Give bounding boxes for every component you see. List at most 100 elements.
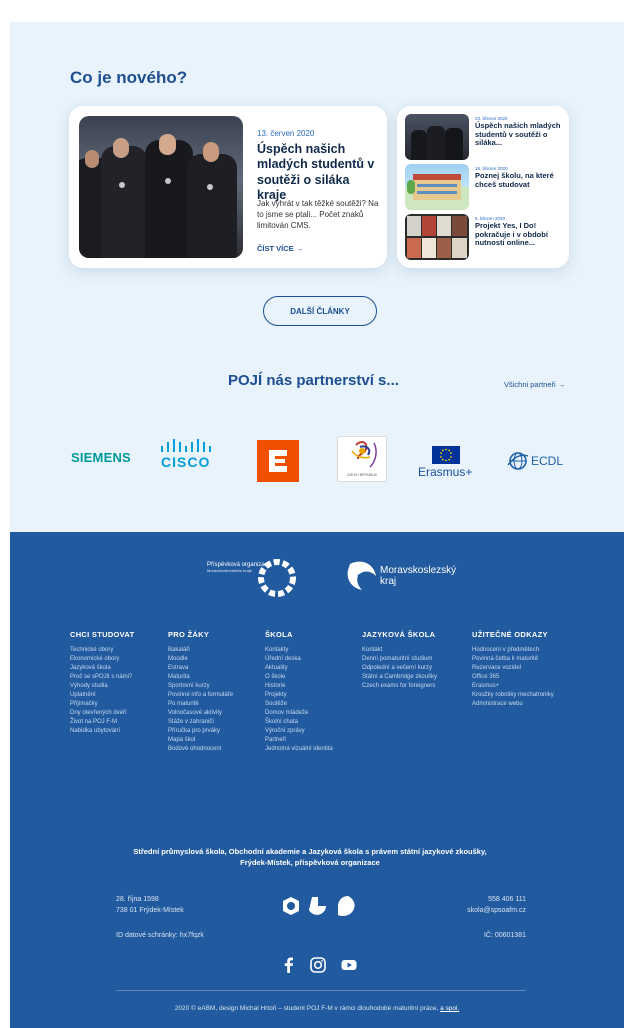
footer-column-school: ŠKOLA Kontakty Úřední deska Aktuality O … (265, 630, 333, 754)
footer-link[interactable]: Estrava (168, 664, 233, 673)
all-partners-link[interactable]: Všichni partneři → (504, 380, 565, 389)
school-address: 28. října 1598 738 01 Frýdek-Místek (116, 894, 184, 916)
footer-link[interactable]: Soutěže (265, 700, 333, 709)
czech-republic-caption: CZECH REPUBLIC (346, 473, 378, 477)
erasmus-logo[interactable]: Erasmus+ (418, 446, 488, 479)
footer-link[interactable]: Úřední deska (265, 655, 333, 664)
footer-link[interactable]: Příručka pro prváky (168, 727, 233, 736)
footer-column-title: ŠKOLA (265, 630, 293, 639)
news-list-item[interactable]: 6. březen 2020 Projekt Yes, I Do! pokrač… (405, 214, 565, 260)
footer-column-language-school: JAZYKOVÁ ŠKOLA Kontakt Denní pomaturitní… (362, 630, 437, 691)
footer-link[interactable]: Mapa škol (168, 736, 233, 745)
copyright-link[interactable]: a spol. (440, 1005, 459, 1012)
footer-link[interactable]: Administrace webu (472, 700, 554, 709)
news-item-title[interactable]: Úspěch našich mladých studentů v soutěži… (475, 121, 565, 148)
footer-link[interactable]: Jazyková škola (70, 664, 134, 673)
footer-link[interactable]: Kroužky robotiky mechatroniky (472, 691, 554, 700)
footer-link[interactable]: Denní pomaturitní studium (362, 655, 437, 664)
footer-link[interactable]: Státní a Cambridge zkoušky (362, 673, 437, 682)
org-name-line1: Střední průmyslová škola, Obchodní akade… (133, 847, 487, 856)
footer-link[interactable]: Stáže v zahraničí (168, 718, 233, 727)
copyright-text: 2020 © eABM, design Michal Hrtoň – stude… (174, 1005, 439, 1012)
organization-logo[interactable]: Příspěvková organizace Moravskoslezského… (203, 556, 299, 600)
footer-link[interactable]: Projekty (265, 691, 333, 700)
cisco-wordmark: CISCO (161, 454, 211, 470)
footer-link[interactable]: Kontakty (265, 646, 333, 655)
cez-mark-icon (269, 450, 287, 472)
email-address[interactable]: skola@spsoafm.cz (430, 905, 526, 916)
footer-column-title: UŽITEČNÉ ODKAZY (472, 630, 548, 639)
erasmus-wordmark: Erasmus+ (418, 465, 473, 479)
footer-link[interactable]: Hodnocení v předmětech (472, 646, 554, 655)
top-strip (0, 0, 624, 22)
instagram-icon[interactable] (309, 956, 327, 974)
news-list-item[interactable]: 23. březen 2020 Úspěch našich mladých st… (405, 114, 565, 160)
footer-link[interactable]: Ekonomické obory (70, 655, 134, 664)
footer-link[interactable]: Bodové ohodnocení (168, 745, 233, 754)
footer-link[interactable]: Po maturitě (168, 700, 233, 709)
siemens-logo[interactable]: SIEMENS (71, 450, 131, 465)
footer-link[interactable]: Povinné info a formuláře (168, 691, 233, 700)
org-name-line2: Frýdek-Místek, příspěvková organizace (240, 858, 380, 867)
school-logo-icon[interactable] (278, 894, 366, 920)
footer-column-title: JAZYKOVÁ ŠKOLA (362, 630, 436, 639)
cisco-logo[interactable]: CISCO (155, 438, 225, 474)
footer-link[interactable]: Proč se sPOJit s námi? (70, 673, 134, 682)
footer-link[interactable]: Uplatnění (70, 691, 134, 700)
footer-link[interactable]: Výhody studia (70, 682, 134, 691)
featured-news-title[interactable]: Úspěch našich mladých studentů v soutěži… (257, 142, 381, 203)
footer-column-title: PRO ŽÁKY (168, 630, 210, 639)
news-thumb-video-call (405, 214, 469, 260)
footer-link[interactable]: Aktuality (265, 664, 333, 673)
footer-link[interactable]: O škole (265, 673, 333, 682)
footer-link[interactable]: Maturita (168, 673, 233, 682)
region-name: Moravskoslezský kraj (380, 565, 456, 587)
footer-link[interactable]: Bakaláři (168, 646, 233, 655)
featured-news-excerpt: Jak vyhrát v tak těžké soutěži? Na to js… (257, 199, 379, 230)
ecdl-globe-icon (507, 452, 529, 470)
footer-link[interactable]: Domov mládeže (265, 709, 333, 718)
featured-news-card[interactable]: 13. červen 2020 Úspěch našich mladých st… (69, 106, 387, 268)
footer-link[interactable]: Dny otevřených dveří (70, 709, 134, 718)
footer-link[interactable]: Erasmus+ (472, 682, 554, 691)
featured-news-date: 13. červen 2020 (257, 129, 315, 138)
footer-link[interactable]: Přijímačky (70, 700, 134, 709)
czech-emblem-icon (351, 441, 377, 468)
footer-link[interactable]: Volnočasové aktivity (168, 709, 233, 718)
youtube-icon[interactable] (340, 956, 358, 974)
footer-link[interactable]: Sportovní kurzy (168, 682, 233, 691)
footer-link[interactable]: Život na POJ F-M (70, 718, 134, 727)
footer-link[interactable]: Czech exams for foreigners (362, 682, 437, 691)
footer-column-study: CHCI STUDOVAT Technické obory Ekonomické… (70, 630, 134, 736)
footer-link[interactable]: Kontakt (362, 646, 437, 655)
ecdl-wordmark: ECDL (531, 454, 564, 468)
footer-link[interactable]: Historie (265, 682, 333, 691)
czech-republic-logo[interactable]: CZECH REPUBLIC (337, 436, 387, 482)
footer-link[interactable]: Partneři (265, 736, 333, 745)
footer-link[interactable]: Moodle (168, 655, 233, 664)
news-thumb-school (405, 164, 469, 210)
copyright-notice: 2020 © eABM, design Michal Hrtoň – stude… (50, 1005, 584, 1012)
footer-link[interactable]: Nabídka ubytování (70, 727, 134, 736)
footer-link[interactable]: Jednotná vizuální identita (265, 745, 333, 754)
news-list-item[interactable]: 16. březen 2020 Poznej školu, na které c… (405, 164, 565, 210)
footer-link[interactable]: Povinná četba k maturitě (472, 655, 554, 664)
footer-link[interactable]: Rezervace vozidel (472, 664, 554, 673)
footer-link[interactable]: Výroční zprávy (265, 727, 333, 736)
region-logo[interactable]: Moravskoslezský kraj (344, 558, 474, 598)
eu-flag-icon (432, 446, 460, 464)
partners-heading: POJÍ nás partnerství s... (228, 372, 399, 389)
footer-link[interactable]: Odpolední a večerní kurzy (362, 664, 437, 673)
news-item-title[interactable]: Poznej školu, na které chceš studovat (475, 171, 565, 189)
read-more-link[interactable]: ČÍST VÍCE → (257, 244, 303, 253)
facebook-icon[interactable] (280, 956, 298, 974)
footer-link[interactable]: Office 365 (472, 673, 554, 682)
footer-link[interactable]: Technické obory (70, 646, 134, 655)
footer-link[interactable]: Školní chata (265, 718, 333, 727)
ecdl-logo[interactable]: ECDL (507, 450, 571, 472)
news-item-title[interactable]: Projekt Yes, I Do! pokračuje i v období … (475, 221, 565, 248)
cez-logo[interactable] (257, 440, 299, 482)
footer-divider (116, 990, 526, 991)
more-articles-button[interactable]: DALŠÍ ČLÁNKY (263, 296, 377, 326)
phone-number[interactable]: 558 406 111 (430, 894, 526, 905)
